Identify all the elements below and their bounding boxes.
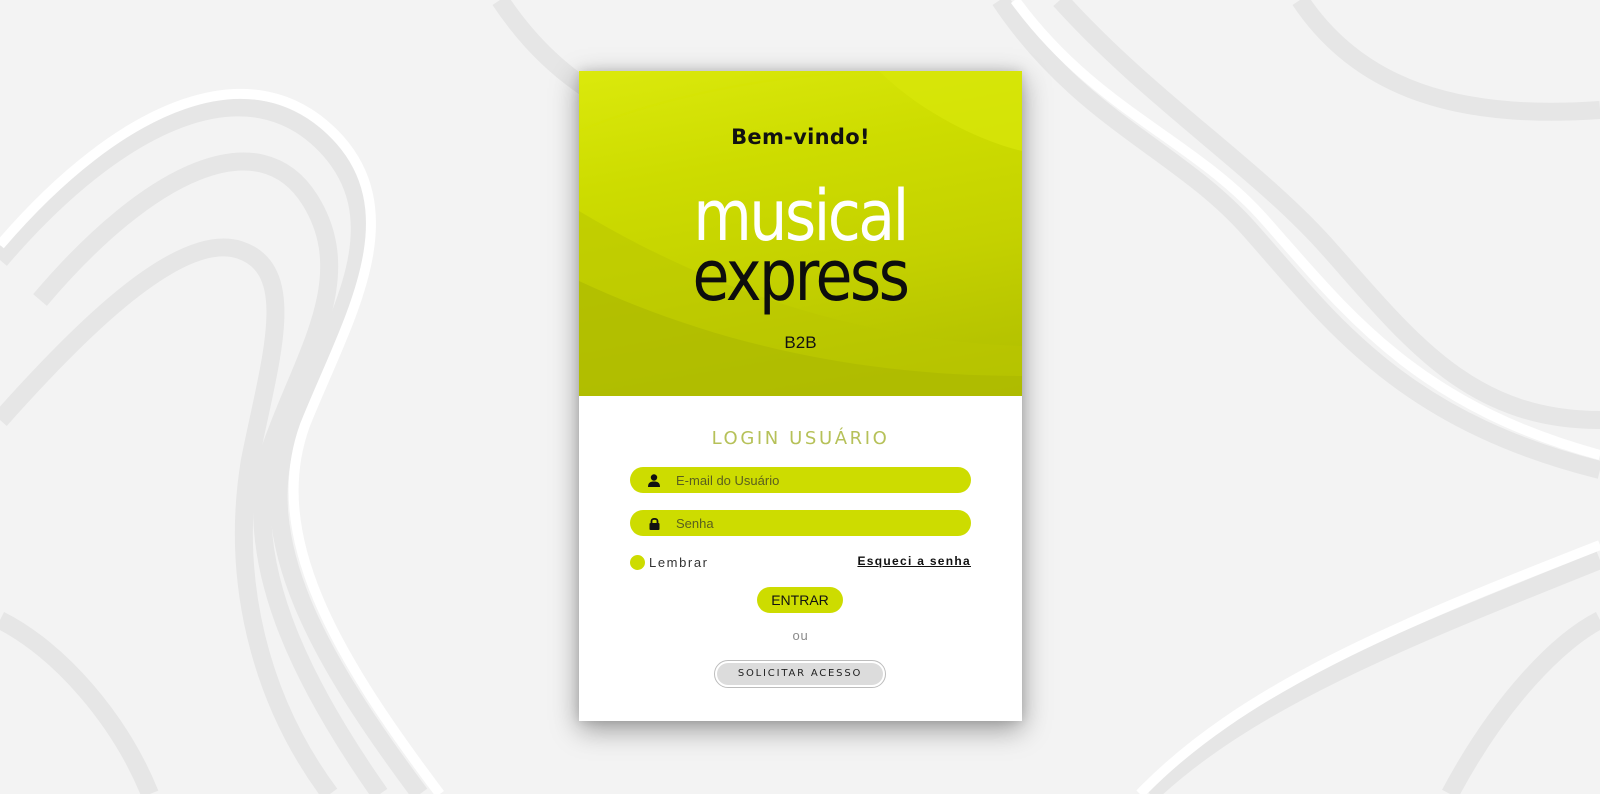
- request-access-label: SOLICITAR ACESSO: [717, 663, 883, 685]
- login-title: LOGIN USUÁRIO: [711, 428, 890, 449]
- remember-checkbox[interactable]: Lembrar: [630, 553, 709, 571]
- login-card: Bem-vindo! musical express B2B LOGIN USU…: [579, 71, 1022, 721]
- user-icon: [644, 467, 664, 493]
- password-field[interactable]: [630, 510, 971, 536]
- remember-radio-indicator[interactable]: [630, 554, 645, 570]
- remember-label: Lembrar: [649, 554, 709, 570]
- email-field[interactable]: [630, 467, 971, 493]
- card-header: Bem-vindo! musical express B2B: [579, 71, 1022, 396]
- brand-logo: musical express: [675, 181, 925, 321]
- lock-icon: [644, 510, 664, 536]
- welcome-heading: Bem-vindo!: [731, 125, 870, 149]
- password-input[interactable]: [676, 510, 956, 536]
- enter-button[interactable]: ENTRAR: [757, 587, 843, 613]
- forgot-password-link[interactable]: Esqueci a senha: [857, 554, 971, 568]
- logo-text-express: express: [692, 235, 911, 317]
- or-separator: ou: [792, 628, 809, 643]
- subtitle-b2b: B2B: [784, 333, 817, 352]
- email-input[interactable]: [676, 467, 956, 493]
- request-access-button[interactable]: SOLICITAR ACESSO: [714, 660, 886, 688]
